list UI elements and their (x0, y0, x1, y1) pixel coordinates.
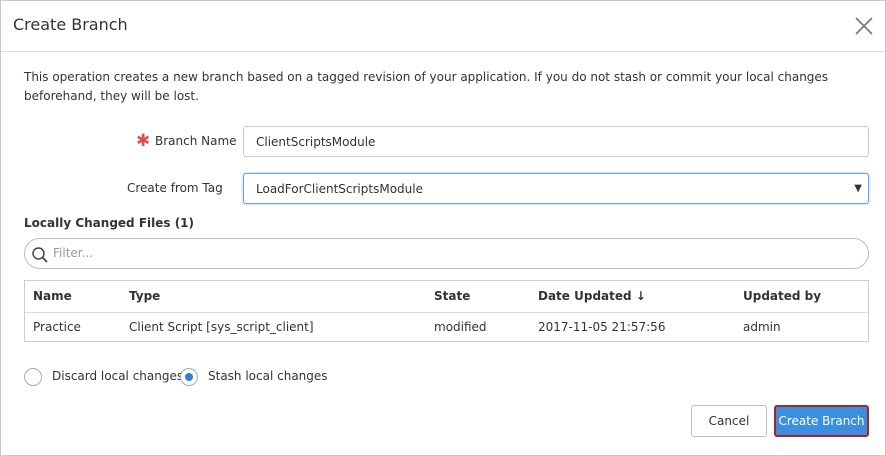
cell-type: Client Script [sys_script_client] (129, 320, 314, 334)
dialog-description: This operation creates a new branch base… (24, 70, 829, 103)
discard-local-changes-label: Discard local changes (52, 369, 184, 383)
radio-selected-dot (185, 373, 193, 381)
column-header-updated-by[interactable]: Updated by (743, 289, 821, 303)
cell-name: Practice (33, 320, 81, 334)
stash-local-changes-label: Stash local changes (208, 369, 328, 383)
filter-placeholder: Filter... (53, 246, 94, 260)
column-header-type[interactable]: Type (129, 289, 160, 303)
create-branch-button[interactable]: Create Branch (774, 405, 869, 437)
create-from-tag-select[interactable]: LoadForClientScriptsModule ▼ (243, 173, 869, 204)
dropdown-caret-icon: ▼ (854, 183, 862, 194)
branch-name-value: ClientScriptsModule (256, 135, 376, 149)
changed-files-table: Name Type State Date Updated ↓ Updated b… (24, 280, 869, 342)
create-branch-dialog: Create Branch This operation creates a n… (0, 0, 886, 456)
column-header-state[interactable]: State (434, 289, 470, 303)
create-from-tag-value: LoadForClientScriptsModule (256, 182, 423, 196)
search-icon (32, 247, 48, 263)
close-icon[interactable] (853, 15, 875, 37)
cell-updated-by: admin (743, 320, 781, 334)
cancel-button[interactable]: Cancel (691, 405, 767, 437)
column-header-name[interactable]: Name (33, 289, 72, 303)
cell-date-updated: 2017-11-05 21:57:56 (538, 320, 666, 334)
cell-state: modified (434, 320, 487, 334)
branch-name-input[interactable]: ClientScriptsModule (243, 126, 869, 157)
discard-local-changes-radio[interactable] (24, 368, 42, 386)
dialog-title: Create Branch (13, 15, 128, 34)
required-marker-icon: ✱ (136, 131, 151, 151)
create-from-tag-label: Create from Tag (127, 181, 223, 195)
dialog-header: Create Branch (1, 1, 885, 52)
header-divider (25, 312, 868, 313)
column-header-date-updated[interactable]: Date Updated ↓ (538, 289, 646, 303)
stash-local-changes-radio[interactable] (180, 368, 198, 386)
filter-input[interactable]: Filter... (24, 238, 869, 269)
changed-files-title: Locally Changed Files (1) (24, 216, 195, 230)
branch-name-label: Branch Name (155, 134, 237, 148)
